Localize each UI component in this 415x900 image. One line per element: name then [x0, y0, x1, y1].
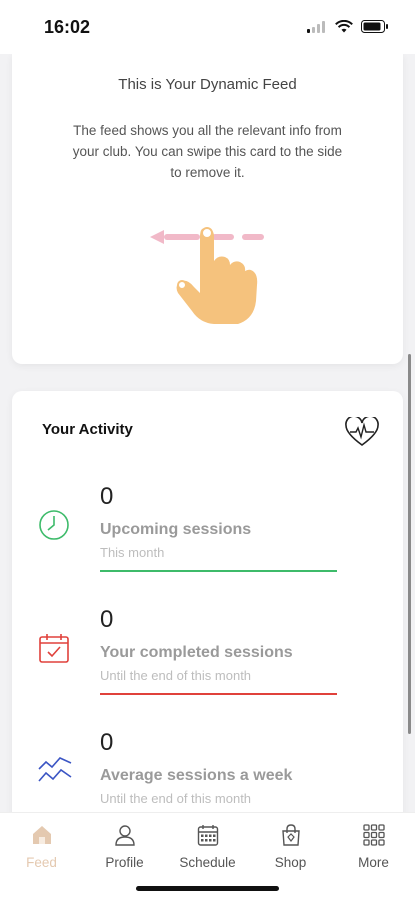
completed-sessions-bar	[100, 693, 337, 695]
status-icons	[307, 20, 389, 33]
clock-icon	[39, 510, 69, 540]
tab-feed[interactable]: Feed	[0, 821, 83, 870]
status-time: 16:02	[44, 17, 91, 37]
person-icon	[114, 825, 135, 846]
calendar-check-icon	[39, 634, 69, 663]
dynamic-feed-intro-card[interactable]: This is Your Dynamic Feed The feed shows…	[12, 54, 403, 364]
tab-feed-label: Feed	[26, 855, 57, 870]
tab-shop-label: Shop	[274, 855, 307, 870]
home-icon	[32, 826, 51, 844]
grid-icon	[362, 824, 385, 846]
intro-text: The feed shows you all the relevant info…	[72, 123, 343, 180]
activity-card: Your Activity 0 Upcoming sessions This m…	[12, 391, 403, 812]
battery-icon	[361, 20, 388, 33]
trend-lines-icon	[38, 757, 72, 782]
intro-title: This is Your Dynamic Feed	[118, 76, 297, 93]
upcoming-sessions-label: Upcoming sessions	[100, 521, 252, 538]
completed-sessions-value: 0	[100, 606, 114, 633]
upcoming-sessions-value: 0	[100, 483, 114, 510]
tab-schedule[interactable]: Schedule	[166, 821, 249, 870]
scrollbar[interactable]	[408, 354, 411, 734]
status-bar: 16:02	[0, 0, 415, 54]
tab-shop[interactable]: Shop	[249, 821, 332, 870]
tab-schedule-label: Schedule	[179, 855, 236, 870]
average-sessions-value: 0	[100, 729, 114, 756]
shopping-bag-icon	[281, 824, 300, 846]
home-indicator[interactable]	[136, 886, 279, 891]
tab-profile[interactable]: Profile	[83, 821, 166, 870]
tab-profile-label: Profile	[105, 855, 144, 870]
completed-sessions-stat[interactable]: 0 Your completed sessions Until the end …	[12, 606, 403, 716]
upcoming-sessions-bar	[100, 570, 337, 572]
cellular-signal-icon	[307, 20, 325, 33]
upcoming-sessions-stat[interactable]: 0 Upcoming sessions This month	[12, 483, 403, 593]
swipe-hand-icon	[150, 227, 264, 324]
wifi-icon	[335, 20, 353, 33]
average-sessions-period: Until the end of this month	[100, 791, 252, 806]
average-sessions-label: Average sessions a week	[100, 767, 293, 784]
completed-sessions-label: Your completed sessions	[100, 644, 293, 661]
tab-more-label: More	[358, 855, 389, 870]
activity-title: Your Activity	[42, 421, 133, 438]
average-sessions-stat[interactable]: 0 Average sessions a week Until the end …	[12, 729, 403, 812]
feed-scroll-area[interactable]: This is Your Dynamic Feed The feed shows…	[0, 54, 415, 812]
upcoming-sessions-period: This month	[100, 545, 165, 560]
tab-more[interactable]: More	[332, 821, 415, 870]
calendar-icon	[197, 825, 218, 846]
heart-pulse-icon[interactable]	[345, 417, 379, 447]
completed-sessions-period: Until the end of this month	[100, 668, 252, 683]
